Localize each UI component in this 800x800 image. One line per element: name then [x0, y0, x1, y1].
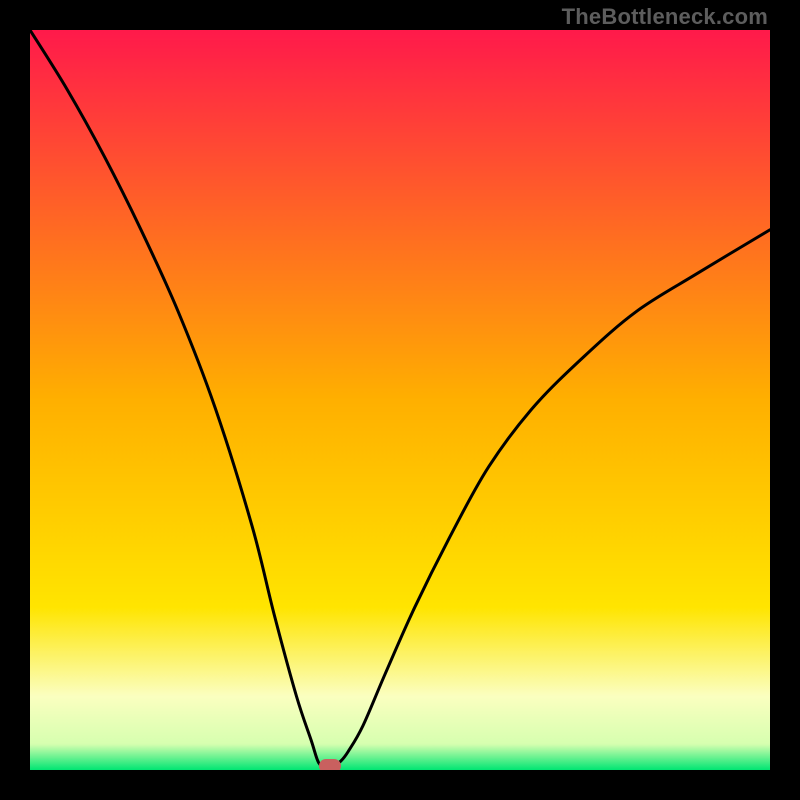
chart-frame: TheBottleneck.com [0, 0, 800, 800]
bottleneck-curve [30, 30, 770, 770]
watermark-text: TheBottleneck.com [562, 4, 768, 30]
plot-area [30, 30, 770, 770]
optimum-marker [319, 759, 341, 770]
